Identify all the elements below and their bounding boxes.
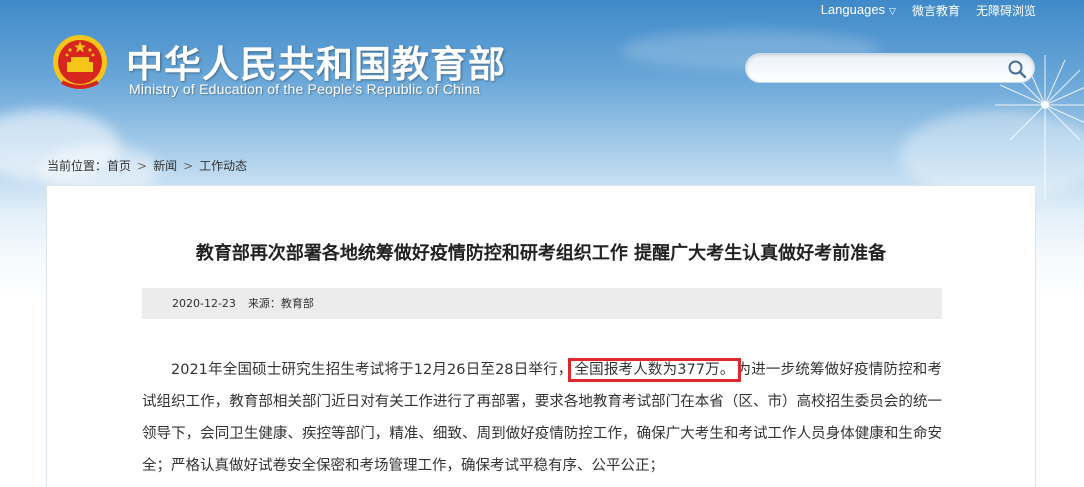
article-source: 来源：教育部 — [247, 297, 314, 310]
chevron-right-icon: > — [183, 159, 194, 173]
accessible-browse-link[interactable]: 无障碍浏览 — [976, 2, 1036, 19]
weibo-link[interactable]: 微言教育 — [912, 2, 960, 19]
languages-label: Languages — [820, 2, 886, 17]
article-title: 教育部再次部署各地统筹做好疫情防控和研考组织工作 提醒广大考生认真做好考前准备 — [195, 243, 887, 264]
body-text-after: 为进一步统筹做好疫情防控和考试组织工作，教育部相关部门近日对有关工作进行了再部署… — [142, 362, 942, 474]
breadcrumb-prefix: 当前位置： — [47, 159, 108, 173]
body-text-before: 2021年全国硕士研究生招生考试将于12月26日至28日举行， — [171, 362, 573, 378]
search-input[interactable] — [756, 58, 996, 78]
article-paragraph: 2021年全国硕士研究生招生考试将于12月26日至28日举行， 全国报考人数为37… — [142, 354, 942, 482]
national-emblem-logo[interactable] — [50, 32, 110, 94]
site-title[interactable]: 中华人民共和国教育部 — [126, 34, 506, 88]
search-icon[interactable] — [1007, 59, 1027, 79]
search-box — [745, 53, 1035, 83]
article-meta: 2020-12-23 来源：教育部 — [142, 288, 942, 319]
breadcrumb-home[interactable]: 首页 — [107, 159, 131, 173]
languages-link[interactable]: Languages ▽ — [821, 2, 896, 19]
chevron-down-icon: ▽ — [889, 6, 896, 16]
breadcrumb-news[interactable]: 新闻 — [153, 159, 177, 173]
top-links: Languages ▽ 微言教育 无障碍浏览 — [821, 2, 1036, 19]
site-subtitle: Ministry of Education of the People's Re… — [129, 81, 481, 97]
chevron-right-icon: > — [137, 159, 148, 173]
highlighted-text: 全国报考人数为377万。 — [568, 358, 741, 382]
article-panel: 教育部再次部署各地统筹做好疫情防控和研考组织工作 提醒广大考生认真做好考前准备 … — [46, 185, 1036, 487]
breadcrumb: 当前位置：首页 > 新闻 > 工作动态 — [47, 157, 247, 174]
article-date: 2020-12-23 — [172, 297, 236, 310]
breadcrumb-work-updates[interactable]: 工作动态 — [199, 159, 247, 173]
article-body: 2021年全国硕士研究生招生考试将于12月26日至28日举行， 全国报考人数为37… — [142, 354, 942, 482]
